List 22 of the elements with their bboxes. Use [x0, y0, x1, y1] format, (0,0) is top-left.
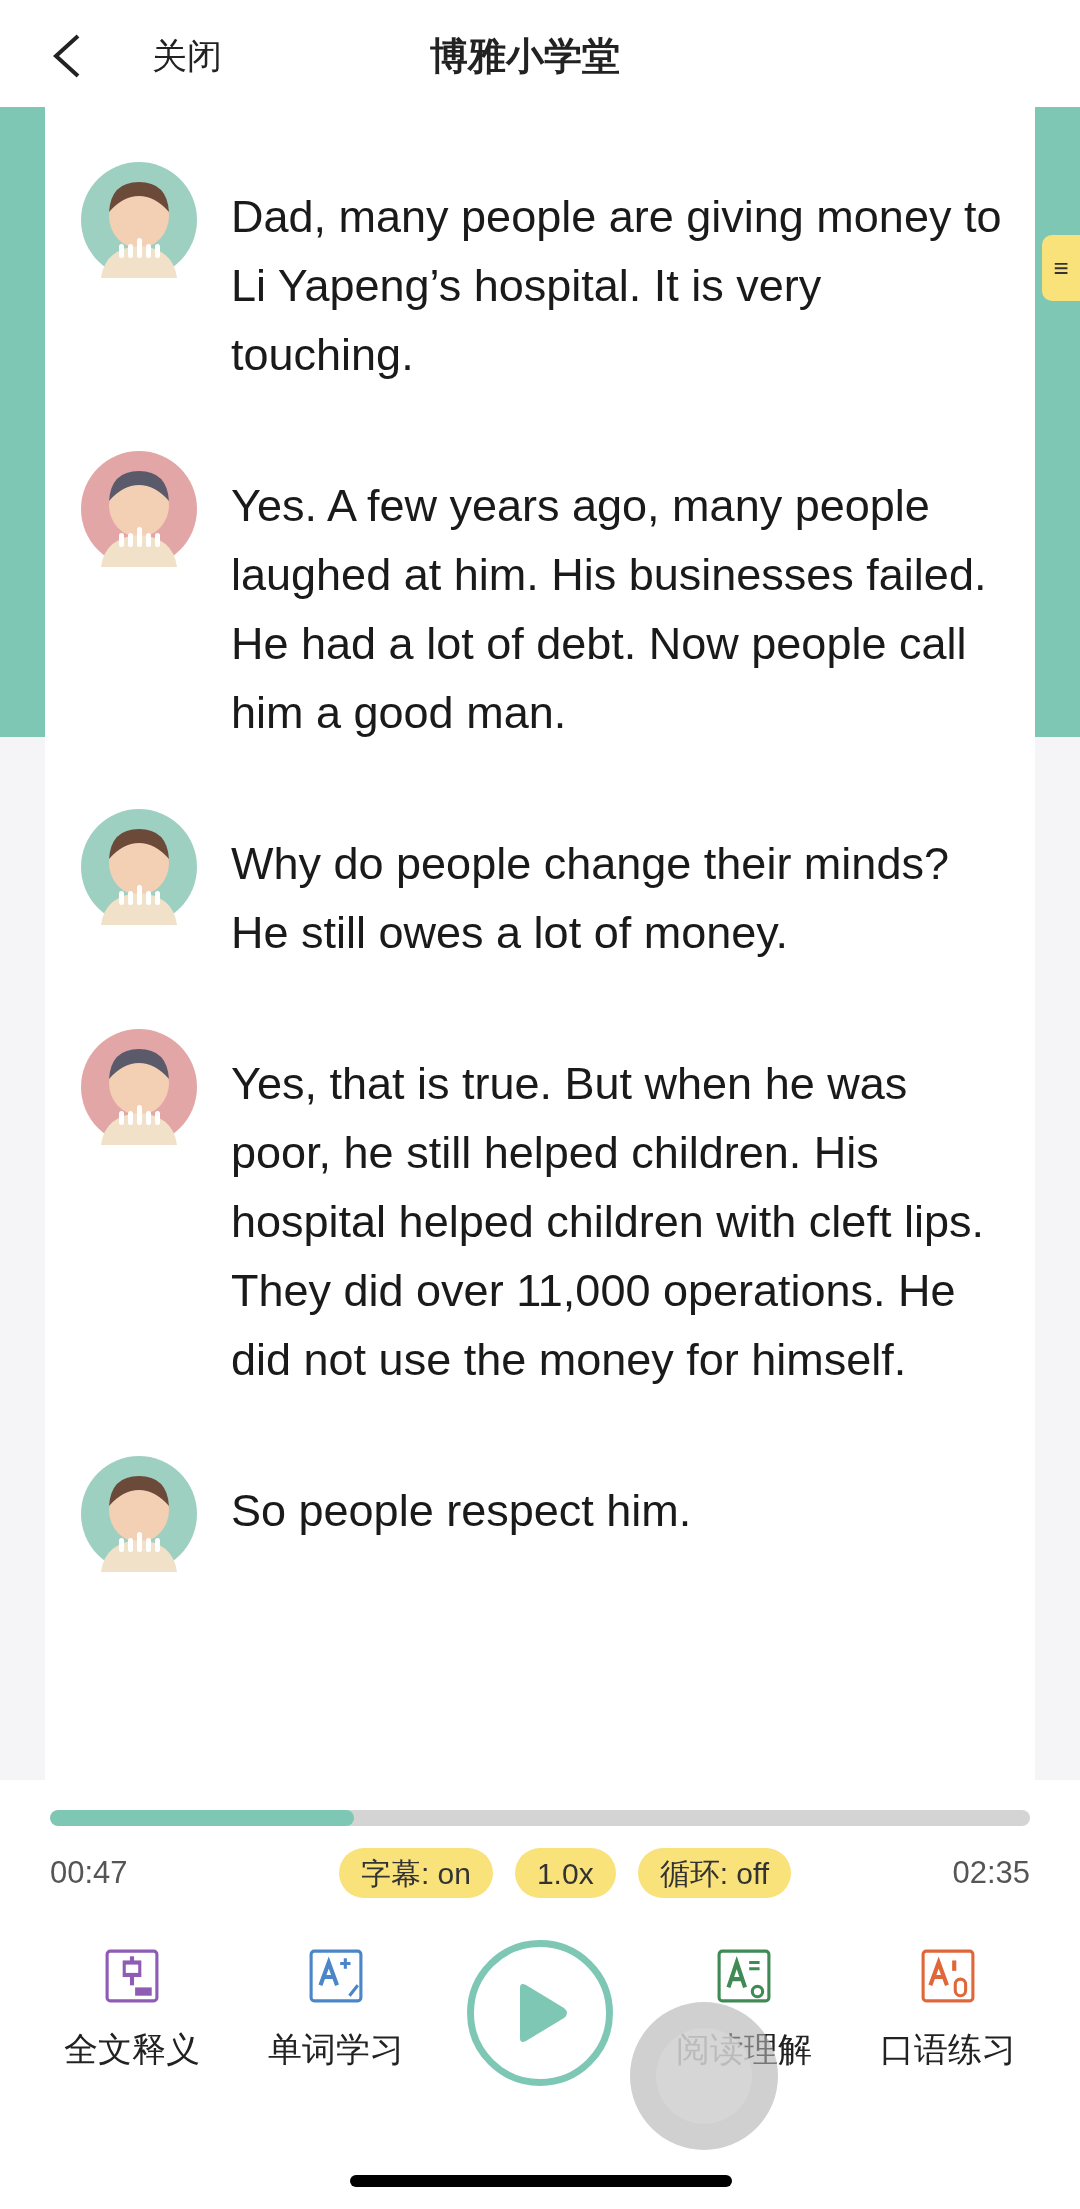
- tool-button[interactable]: 单词学习: [234, 1940, 438, 2086]
- translate-icon: [104, 1948, 160, 2004]
- progress-bar[interactable]: [50, 1810, 1030, 1826]
- total-time: 02:35: [952, 1853, 1030, 1892]
- words-icon: [308, 1948, 364, 2004]
- option-chip[interactable]: 1.0x: [514, 1848, 616, 1898]
- speaking-icon: [920, 1948, 976, 2004]
- dialogue-text: Yes. A few years ago, many people laughed at him. His businesses failed. He had a lot of debt. Now people call him a good man.: [231, 479, 988, 740]
- dialogue-text: So people respect him.: [231, 1484, 693, 1538]
- option-chip[interactable]: 字幕: on: [338, 1848, 493, 1898]
- play-button[interactable]: [467, 1940, 613, 2086]
- option-chip[interactable]: 循环: off: [637, 1848, 792, 1898]
- reading-icon: [716, 1948, 772, 2004]
- menu-tab[interactable]: ≡: [1042, 235, 1080, 301]
- tool-button[interactable]: 口语练习: [846, 1940, 1050, 2086]
- dialogue-text: Yes, that is true. But when he was poor, he still helped children. His hospital helped children with cleft lips. They did over 11,000 operations. He did not use the money for himself.: [231, 1057, 985, 1387]
- dialogue-text: Dad, many people are giving money to Li Yapeng’s hospital. It is very touching.: [231, 190, 1003, 382]
- page-title: 博雅小学堂: [430, 34, 620, 79]
- dialogue-text: Why do people change their minds? He still owes a lot of money.: [231, 837, 950, 960]
- elapsed-time: 00:47: [50, 1853, 128, 1892]
- tool-button[interactable]: 全文释义: [30, 1940, 234, 2086]
- close-button[interactable]: 关闭: [152, 30, 222, 83]
